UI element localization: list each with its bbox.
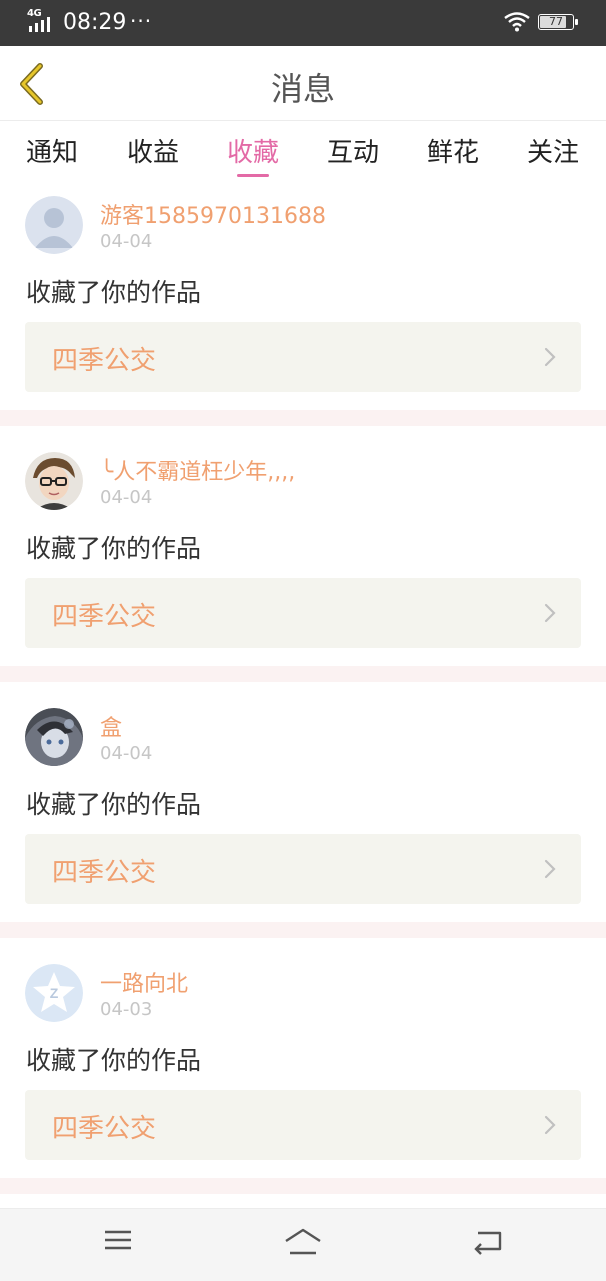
tab-earnings[interactable]: 收益 (118, 132, 188, 169)
date: 04-03 (100, 999, 153, 1020)
chevron-right-icon (544, 1115, 556, 1135)
action-text: 收藏了你的作品 (26, 278, 202, 307)
tab-flowers[interactable]: 鲜花 (418, 132, 488, 169)
tab-bar: 通知 收益 收藏 互动 鲜花 关注 (0, 122, 606, 180)
tab-follows[interactable]: 关注 (518, 132, 588, 169)
app-header: 消息 (0, 46, 606, 121)
work-link[interactable]: 四季公交 (25, 1090, 581, 1160)
battery-level: 77 (549, 15, 563, 28)
menu-button[interactable] (103, 1227, 133, 1257)
more-notifications: ··· (130, 9, 153, 33)
svg-text:Z: Z (50, 985, 59, 1001)
divider (0, 1178, 606, 1194)
work-link[interactable]: 四季公交 (25, 834, 581, 904)
divider (0, 666, 606, 682)
chevron-right-icon (544, 347, 556, 367)
username[interactable]: ╰人不霸道枉少年,,,, (100, 454, 295, 486)
battery-icon: 77 (538, 14, 578, 30)
date: 04-04 (100, 743, 153, 764)
wifi-icon (504, 12, 530, 32)
action-text: 收藏了你的作品 (26, 534, 202, 563)
tab-notice[interactable]: 通知 (17, 132, 87, 169)
boy-glasses-avatar-icon (25, 452, 83, 510)
back-nav-button[interactable] (472, 1227, 504, 1259)
action-text: 收藏了你的作品 (26, 1046, 202, 1075)
avatar[interactable] (25, 452, 83, 510)
action-text: 收藏了你的作品 (26, 790, 202, 819)
list-item: Z 一路向北 04-03 收藏了你的作品 四季公交 (0, 948, 606, 1188)
anime-avatar-icon (25, 708, 83, 766)
clock: 08:29 (63, 10, 127, 35)
username[interactable]: 一路向北 (100, 966, 188, 998)
username[interactable]: 盒 (100, 710, 122, 742)
divider (0, 410, 606, 426)
avatar[interactable]: Z (25, 964, 83, 1022)
home-button[interactable] (283, 1227, 323, 1261)
work-title: 四季公交 (52, 346, 157, 376)
system-nav-bar (0, 1208, 606, 1281)
work-title: 四季公交 (52, 602, 157, 632)
page-title: 消息 (270, 70, 335, 108)
tab-interactions[interactable]: 互动 (318, 132, 388, 169)
active-tab-indicator (237, 174, 269, 177)
divider (0, 922, 606, 938)
default-user-icon (25, 196, 83, 254)
list-item: 盒 04-04 收藏了你的作品 四季公交 (0, 692, 606, 932)
tab-favorites[interactable]: 收藏 (218, 132, 288, 169)
avatar[interactable] (25, 708, 83, 766)
status-bar: 4G 08:29 ··· 77 (0, 0, 606, 46)
menu-icon (105, 1230, 131, 1250)
chevron-right-icon (544, 603, 556, 623)
work-link[interactable]: 四季公交 (25, 322, 581, 392)
chevron-right-icon (544, 859, 556, 879)
work-title: 四季公交 (52, 858, 157, 888)
network-type: 4G (27, 8, 42, 19)
date: 04-04 (100, 231, 153, 252)
work-title: 四季公交 (52, 1114, 157, 1144)
date: 04-04 (100, 487, 153, 508)
list-item: ╰人不霸道枉少年,,,, 04-04 收藏了你的作品 四季公交 (0, 436, 606, 676)
home-icon (285, 1228, 321, 1255)
username[interactable]: 游客1585970131688 (100, 198, 326, 230)
list-item: 游客1585970131688 04-04 收藏了你的作品 四季公交 (0, 180, 606, 420)
qq-star-avatar-icon: Z (25, 964, 83, 1022)
back-icon (474, 1231, 502, 1255)
work-link[interactable]: 四季公交 (25, 578, 581, 648)
avatar[interactable] (25, 196, 83, 254)
